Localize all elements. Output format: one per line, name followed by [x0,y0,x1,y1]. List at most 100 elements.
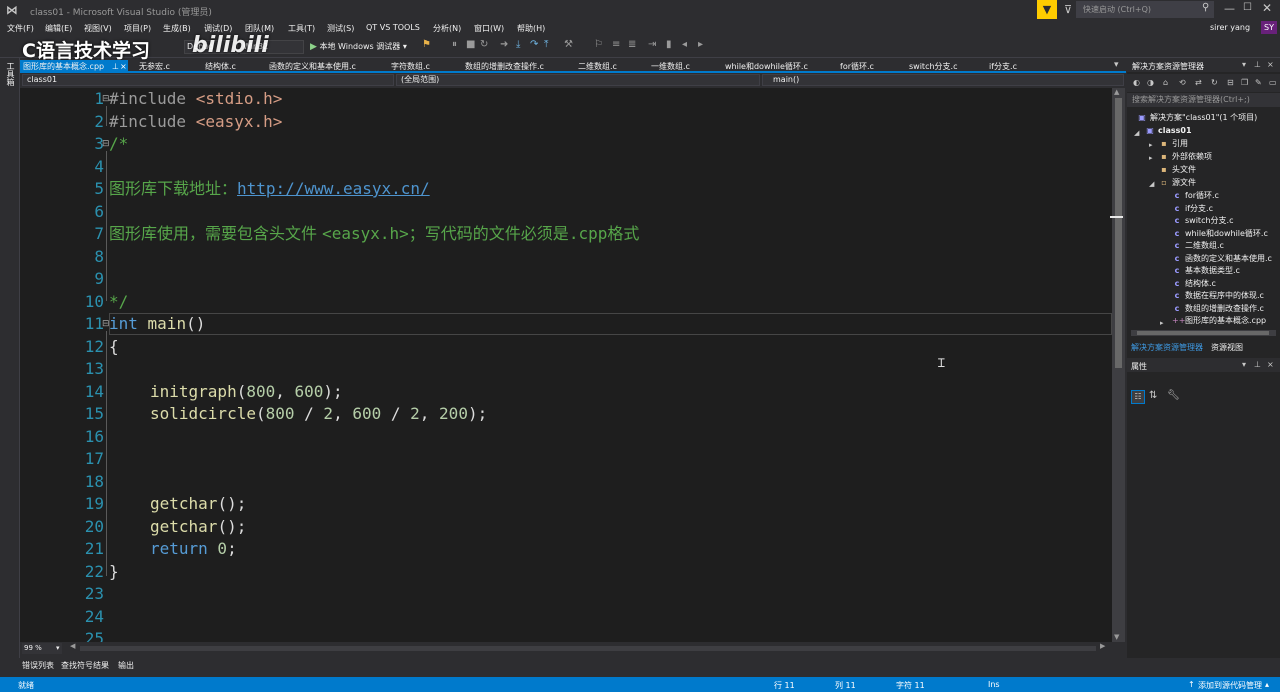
close-button[interactable]: ✕ [1262,1,1272,15]
pin-icon[interactable]: ⊥ [1254,360,1261,369]
close-icon[interactable]: × [120,60,127,73]
history-icon[interactable]: ⟲ [1179,78,1186,87]
bookmark-set-icon[interactable]: ▮ [666,39,672,50]
menu-project[interactable]: 项目(P) [124,23,151,34]
tab-output[interactable]: 输出 [118,660,134,671]
status-source-control[interactable]: 添加到源代码管理 [1198,680,1262,691]
step-into-icon[interactable]: ⤓ [516,39,520,50]
menu-tools[interactable]: 工具(T) [288,23,315,34]
stop-icon[interactable]: ■ [466,39,475,50]
menu-qt-vs-tools[interactable]: QT VS TOOLS [366,23,420,32]
tab-file[interactable]: 二维数组.c [578,60,617,73]
expand-arrow-icon[interactable]: ◢ [1149,180,1154,188]
wrench-icon[interactable]: 🔧︎ [1167,390,1180,401]
tab-file[interactable]: if分支.c [989,60,1017,73]
menu-file[interactable]: 文件(F) [7,23,34,34]
quick-launch-input[interactable]: 快速启动 (Ctrl+Q) [1076,1,1214,18]
attach-icon[interactable]: ⚑ [422,39,431,50]
scroll-left-icon[interactable]: ◀ [70,642,75,650]
filter-icon[interactable]: ⊽ [1064,3,1072,16]
tree-file[interactable]: c 结构体.c [1172,278,1216,290]
chevron-up-icon[interactable]: ▴ [1265,680,1269,689]
tree-project[interactable]: ▣ class01 [1145,125,1191,137]
expand-arrow-icon[interactable]: ◢ [1134,129,1139,137]
menu-analyze[interactable]: 分析(N) [433,23,461,34]
tab-file[interactable]: 一维数组.c [651,60,690,73]
tree-file[interactable]: c 函数的定义和基本使用.c [1172,253,1272,265]
pause-icon[interactable]: ⏸ [452,39,457,50]
user-name[interactable]: sirer yang [1210,23,1250,32]
solution-search-input[interactable]: 搜索解决方案资源管理器(Ctrl+;) [1127,93,1280,107]
tree-file[interactable]: c 基本数据类型.c [1172,265,1240,277]
tree-external-deps[interactable]: ▪ 外部依赖项 [1159,151,1212,163]
hex-icon[interactable]: ⚒ [564,39,573,50]
menu-test[interactable]: 测试(S) [327,23,354,34]
tree-file-cpp[interactable]: ++图形库的基本概念.cpp [1172,315,1266,327]
tree-file[interactable]: c if分支.c [1172,203,1213,215]
show-all-files-icon[interactable]: ❐ [1241,78,1248,87]
tab-file[interactable]: for循环.c [840,60,874,73]
tabs-dropdown-icon[interactable]: ▾ [1114,60,1119,70]
tab-file[interactable]: 字符数组.c [391,60,430,73]
properties-icon[interactable]: ✎ [1255,78,1262,87]
home-icon[interactable]: ⌂ [1163,78,1168,87]
step-out-icon[interactable]: ⤒ [544,39,548,50]
collapse-arrow-icon[interactable]: ▸ [1149,154,1153,162]
minimize-button[interactable]: — [1224,2,1235,15]
member-select[interactable]: main() [762,74,1124,86]
sync-icon[interactable]: ⇄ [1195,78,1202,87]
scrollbar-thumb[interactable] [1115,98,1122,368]
alphabetical-icon[interactable]: ⇅ [1149,390,1157,401]
menu-edit[interactable]: 编辑(E) [45,23,72,34]
notification-flag-icon[interactable]: ▼ [1037,0,1057,19]
code-area[interactable]: #include <stdio.h> #include <easyx.h> /*… [109,88,1109,642]
scroll-right-icon[interactable]: ▶ [1100,642,1105,650]
pin-icon[interactable]: ⊥ [1254,60,1261,69]
tab-resource-view[interactable]: 资源视图 [1211,342,1243,353]
indent-icon[interactable]: ⇥ [648,39,656,50]
search-icon[interactable]: ⚲ [1202,2,1209,13]
tree-header-files[interactable]: ▪ 头文件 [1159,164,1196,176]
bookmark-prev-icon[interactable]: ◂ [682,39,687,50]
project-select[interactable]: class01 [22,74,394,86]
tree-file[interactable]: c while和dowhile循环.c [1172,228,1268,240]
menu-window[interactable]: 窗口(W) [474,23,504,34]
menu-help[interactable]: 帮助(H) [517,23,545,34]
bookmark-icon[interactable]: ⚐ [594,39,603,50]
tab-file[interactable]: 函数的定义和基本使用.c [269,60,356,73]
horizontal-scrollbar[interactable] [80,646,1096,651]
collapse-arrow-icon[interactable]: ▸ [1160,319,1164,327]
dropdown-icon[interactable]: ▾ [1242,360,1246,369]
scope-select[interactable]: (全局范围) [396,74,760,86]
menu-build[interactable]: 生成(B) [163,23,191,34]
easyx-link[interactable]: http://www.easyx.cn/ [237,179,430,198]
pin-icon[interactable]: ⊥ [112,60,119,73]
tree-file[interactable]: c 二维数组.c [1172,240,1224,252]
tree-source-files[interactable]: ▫ 源文件 [1159,177,1196,189]
restart-icon[interactable]: ↻ [480,39,488,50]
tab-file[interactable]: 结构体.c [205,60,236,73]
back-icon[interactable]: ◐ [1133,78,1140,87]
toolbox-tab[interactable]: 工具箱 [5,62,16,86]
zoom-select[interactable]: 99 % ▾ [22,643,62,654]
tree-file[interactable]: c switch分支.c [1172,215,1234,227]
collapse-arrow-icon[interactable]: ▸ [1149,141,1153,149]
tree-file[interactable]: c 数组的增删改查操作.c [1172,303,1264,315]
close-icon[interactable]: × [1267,60,1274,69]
avatar[interactable]: SY [1261,21,1277,34]
tree-solution[interactable]: ▣ 解决方案"class01"(1 个项目) [1137,112,1257,124]
start-debugging-button[interactable]: ▶ 本地 Windows 调试器 ▾ [310,39,407,54]
tab-active-file[interactable]: 图形库的基本概念.cpp ⊥ × [20,60,128,73]
maximize-button[interactable]: ☐ [1243,2,1252,13]
tree-file[interactable]: c for循环.c [1172,190,1219,202]
bookmark-next-icon[interactable]: ▸ [698,39,703,50]
comment-icon[interactable]: ≡ [612,39,620,50]
tab-find-symbol-results[interactable]: 查找符号结果 [61,660,109,671]
uncomment-icon[interactable]: ≣ [628,39,636,50]
tab-file[interactable]: while和dowhile循环.c [725,60,808,73]
forward-icon[interactable]: ◑ [1147,78,1154,87]
scroll-up-icon[interactable]: ▲ [1114,88,1119,96]
dropdown-icon[interactable]: ▾ [1242,60,1246,69]
tree-file[interactable]: c 数据在程序中的体现.c [1172,290,1264,302]
tab-file[interactable]: 数组的增删改查操作.c [465,60,544,73]
